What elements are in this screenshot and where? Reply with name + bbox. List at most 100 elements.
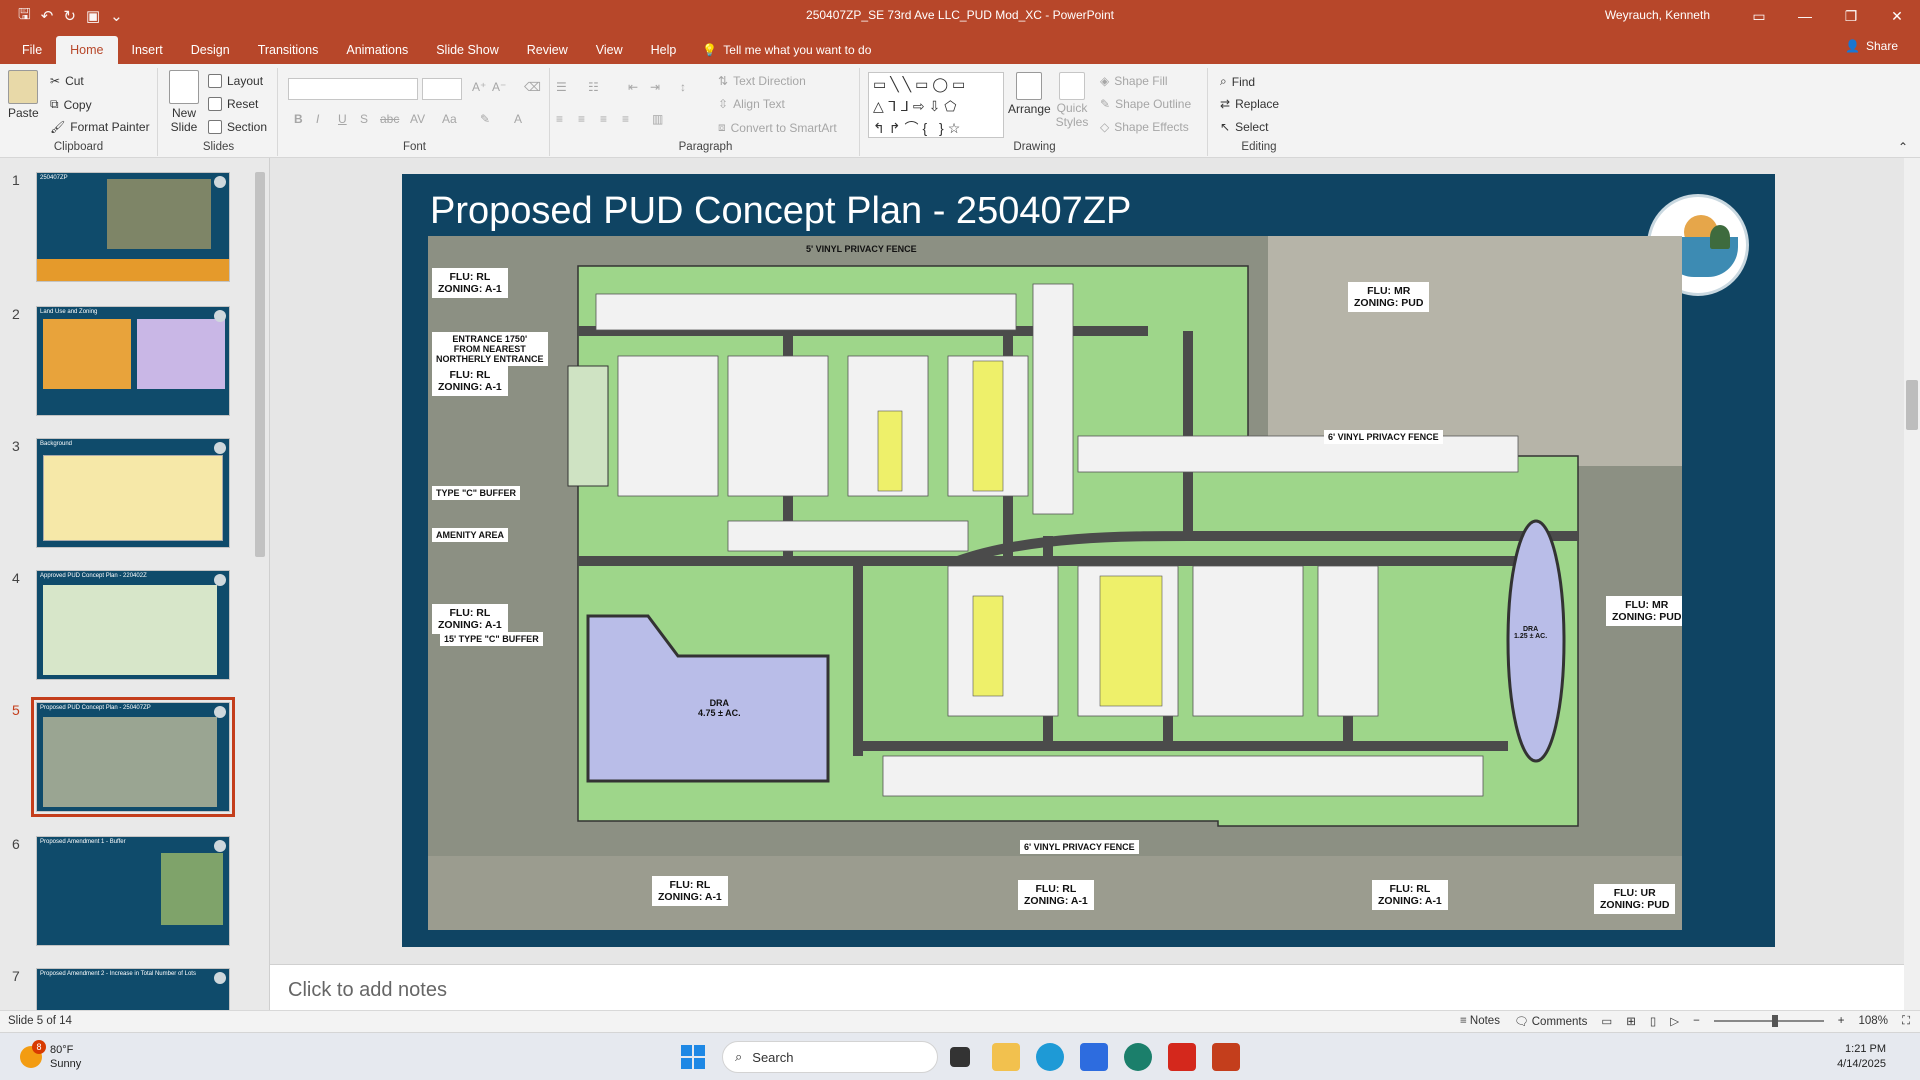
grow-font-icon[interactable]: A⁺ xyxy=(472,80,486,94)
copy-button[interactable]: ⧉ Copy xyxy=(50,97,92,112)
weather-widget[interactable]: 8 80°F Sunny xyxy=(20,1040,81,1071)
tab-help[interactable]: Help xyxy=(637,36,691,64)
strikethrough-icon[interactable]: abc xyxy=(380,112,399,126)
select-button[interactable]: ↖ Select xyxy=(1220,120,1268,134)
section-button[interactable]: Section xyxy=(208,120,267,134)
reading-view-icon[interactable]: ▯ xyxy=(1650,1014,1656,1028)
tab-design[interactable]: Design xyxy=(177,36,244,64)
shrink-font-icon[interactable]: A⁻ xyxy=(492,80,506,94)
start-from-beginning-icon[interactable]: ▣ xyxy=(86,7,100,25)
slide-title[interactable]: Proposed PUD Concept Plan - 250407ZP xyxy=(430,190,1131,233)
notes-pane[interactable]: Click to add notes xyxy=(270,964,1904,1010)
comments-button[interactable]: 🗨 Comments xyxy=(1514,1014,1587,1028)
tab-insert[interactable]: Insert xyxy=(118,36,177,64)
file-explorer-icon[interactable] xyxy=(992,1043,1020,1071)
char-spacing-icon[interactable]: AV xyxy=(410,112,425,126)
slide-sorter-icon[interactable]: ⊞ xyxy=(1626,1014,1636,1028)
change-case-icon[interactable]: Aa xyxy=(442,112,457,126)
underline-icon[interactable]: U xyxy=(338,112,347,126)
zoom-slider-thumb[interactable] xyxy=(1771,1015,1778,1027)
numbering-icon[interactable]: ☷ xyxy=(588,80,599,94)
fit-slide-icon[interactable]: ⛶ xyxy=(1902,1015,1910,1028)
italic-icon[interactable]: I xyxy=(316,112,319,126)
clear-format-icon[interactable]: ⌫ xyxy=(524,80,541,94)
slide-thumbnail-7[interactable]: Proposed Amendment 2 - Increase in Total… xyxy=(36,968,230,1010)
bold-icon[interactable]: B xyxy=(294,112,303,126)
redo-icon[interactable]: ↻ xyxy=(63,7,76,25)
justify-icon[interactable]: ≡ xyxy=(622,112,629,126)
columns-icon[interactable]: ▥ xyxy=(652,112,663,126)
tab-home[interactable]: Home xyxy=(56,36,118,64)
scrollbar-thumb[interactable] xyxy=(1906,380,1918,430)
tab-animations[interactable]: Animations xyxy=(332,36,422,64)
undo-icon[interactable]: ↶ xyxy=(41,7,54,25)
text-direction-button[interactable]: ⇅ Text Direction xyxy=(718,74,806,88)
powerpoint-icon[interactable] xyxy=(1212,1043,1240,1071)
font-size-input[interactable] xyxy=(422,78,462,100)
minimize-icon[interactable]: — xyxy=(1782,0,1828,32)
increase-indent-icon[interactable]: ⇥ xyxy=(650,80,660,94)
share-button[interactable]: 👤 Share xyxy=(1845,39,1898,53)
task-view-icon[interactable] xyxy=(950,1047,970,1067)
slide-thumbnail-6[interactable]: Proposed Amendment 1 - Buffer xyxy=(36,836,230,946)
new-slide-button[interactable]: New Slide xyxy=(166,70,202,134)
paste-button[interactable]: Paste xyxy=(8,70,39,120)
align-left-icon[interactable]: ≡ xyxy=(556,112,563,126)
arrange-button[interactable]: Arrange xyxy=(1008,72,1051,116)
concept-plan-image[interactable]: FLU: RL ZONING: A-1 FLU: RL ZONING: A-1 … xyxy=(428,236,1682,930)
tab-transitions[interactable]: Transitions xyxy=(244,36,333,64)
shape-effects-button[interactable]: ◇ Shape Effects xyxy=(1100,120,1189,134)
slide-thumbnail-2[interactable]: Land Use and Zoning xyxy=(36,306,230,416)
ribbon-display-icon[interactable]: ▭ xyxy=(1736,0,1782,32)
collapse-ribbon-icon[interactable]: ⌃ xyxy=(1898,140,1908,154)
find-button[interactable]: ⌕ Find xyxy=(1220,74,1255,89)
highlight-icon[interactable]: ✎ xyxy=(480,112,490,126)
tab-view[interactable]: View xyxy=(582,36,637,64)
normal-view-icon[interactable]: ▭ xyxy=(1601,1014,1612,1028)
align-right-icon[interactable]: ≡ xyxy=(600,112,607,126)
edge-icon[interactable] xyxy=(1036,1043,1064,1071)
convert-smartart-button[interactable]: ⧈ Convert to SmartArt xyxy=(718,120,837,135)
slide-show-icon[interactable]: ▷ xyxy=(1670,1014,1679,1028)
slide-thumbnail-3[interactable]: Background xyxy=(36,438,230,548)
reset-button[interactable]: Reset xyxy=(208,97,258,111)
bullets-icon[interactable]: ☰ xyxy=(556,80,567,94)
customize-qat-icon[interactable]: ⌄ xyxy=(110,7,123,25)
store-icon[interactable] xyxy=(1080,1043,1108,1071)
save-icon[interactable]: 🖫 xyxy=(18,4,31,29)
layout-button[interactable]: Layout xyxy=(208,74,263,88)
acrobat-icon[interactable] xyxy=(1168,1043,1196,1071)
quick-styles-button[interactable]: Quick Styles xyxy=(1054,72,1090,129)
notes-toggle-button[interactable]: ≡ Notes xyxy=(1460,1015,1500,1027)
tab-file[interactable]: File xyxy=(8,36,56,64)
system-clock[interactable]: 1:21 PM 4/14/2025 xyxy=(1837,1042,1886,1072)
zoom-out-icon[interactable]: − xyxy=(1693,1015,1700,1027)
font-color-icon[interactable]: A xyxy=(514,112,522,126)
tab-review[interactable]: Review xyxy=(513,36,582,64)
zoom-in-icon[interactable]: + xyxy=(1838,1015,1845,1027)
slide-thumbnail-4[interactable]: Approved PUD Concept Plan - 220402Z xyxy=(36,570,230,680)
thumbnail-scrollbar[interactable] xyxy=(254,160,266,1006)
decrease-indent-icon[interactable]: ⇤ xyxy=(628,80,638,94)
canvas-scrollbar[interactable] xyxy=(1904,158,1920,1010)
search-app-icon[interactable] xyxy=(1124,1043,1152,1071)
tab-slide-show[interactable]: Slide Show xyxy=(422,36,513,64)
user-name[interactable]: Weyrauch, Kenneth xyxy=(1605,8,1710,22)
scrollbar-thumb[interactable] xyxy=(255,172,265,557)
shadow-icon[interactable]: S xyxy=(360,112,368,126)
tell-me-box[interactable]: 💡 Tell me what you want to do xyxy=(690,36,883,64)
taskbar-search[interactable]: ⌕ Search xyxy=(722,1041,938,1073)
slide-thumbnail-1[interactable]: 250407ZP xyxy=(36,172,230,282)
font-name-input[interactable] xyxy=(288,78,418,100)
slide-thumbnail-5[interactable]: Proposed PUD Concept Plan - 250407ZP xyxy=(31,697,235,817)
align-text-button[interactable]: ⇳ Align Text xyxy=(718,97,785,111)
shapes-gallery[interactable]: ▭╲╲▭◯▭ △ᒣᒧ⇨⇩⬠ ↰↱⌒{ }☆ xyxy=(868,72,1004,138)
zoom-slider[interactable] xyxy=(1713,1015,1824,1027)
slide-5[interactable]: Proposed PUD Concept Plan - 250407ZP FLU… xyxy=(402,174,1775,947)
cut-button[interactable]: ✂ Cut xyxy=(50,74,84,88)
shape-outline-button[interactable]: ✎ Shape Outline xyxy=(1100,97,1191,111)
start-button[interactable] xyxy=(681,1045,705,1069)
close-icon[interactable]: ✕ xyxy=(1874,0,1920,32)
restore-icon[interactable]: ❐ xyxy=(1828,0,1874,32)
zoom-level[interactable]: 108% xyxy=(1859,1015,1888,1027)
